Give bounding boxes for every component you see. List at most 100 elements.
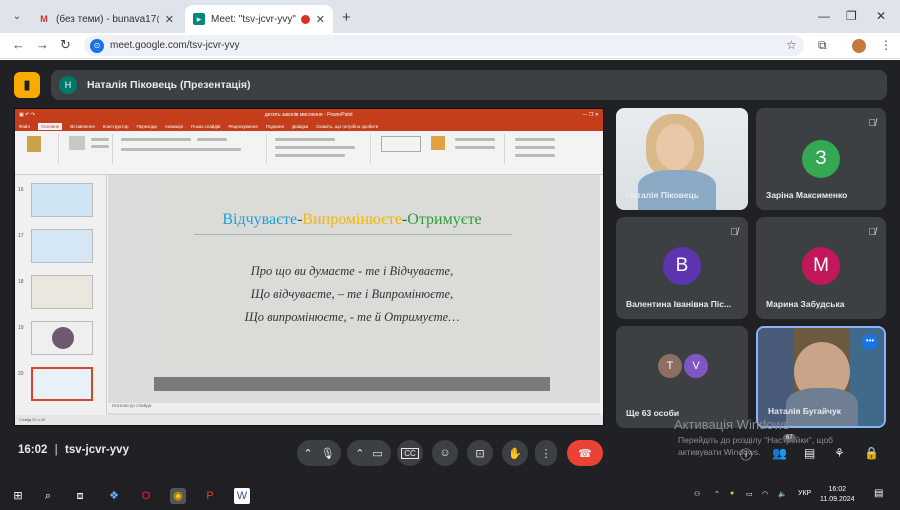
title-underline	[194, 234, 512, 235]
search-icon[interactable]: ⌕	[40, 488, 56, 504]
opera-icon[interactable]: O	[138, 488, 154, 504]
activities-icon[interactable]: ⚘	[834, 446, 845, 460]
close-icon[interactable]: ✕	[316, 13, 325, 26]
ppt-tab: Вставлення	[70, 123, 95, 129]
people-count-badge: 67	[783, 434, 796, 442]
profile-avatar[interactable]	[852, 39, 866, 53]
volume-icon[interactable]: 🔈	[778, 490, 787, 498]
extensions-icon[interactable]: ⧉	[818, 38, 827, 53]
ppt-notes: Нотатки до слайда	[108, 403, 600, 413]
chevron-up-icon[interactable]: ⌃	[303, 447, 312, 460]
mic-off-icon: 🎙̸	[868, 227, 877, 238]
app-icon-1[interactable]: ❖	[106, 488, 122, 504]
tab-meet[interactable]: ▸ Meet: "tsv-jcvr-yvy" ✕	[185, 5, 333, 33]
people-icon[interactable]: 👥	[772, 446, 787, 460]
slide-thumbnail[interactable]	[31, 275, 93, 309]
ppt-tab: Основне	[38, 122, 63, 130]
windows-taskbar: ⊞ ⌕ ⧈ ❖ O ◉ P W ⚇ ⌃ ● ▭ ◠ 🔈 УКР 16:02 11…	[0, 481, 900, 510]
emoji-icon: ☺	[439, 447, 451, 459]
chevron-up-icon[interactable]: ⌃	[714, 490, 720, 498]
slide-thumbnail[interactable]	[31, 229, 93, 263]
new-tab-button[interactable]: +	[342, 9, 351, 26]
site-info-icon[interactable]: ⊙	[90, 38, 104, 53]
address-bar[interactable]: ⊙ meet.google.com/tsv-jcvr-yvy	[84, 35, 804, 56]
slide-title: Відчуваєте-Випромінюєте-Отримуєте	[222, 211, 482, 228]
notifications-icon[interactable]: ▤	[874, 488, 883, 499]
presenter-avatar: Н	[59, 76, 77, 94]
ppt-ribbon-group	[271, 134, 371, 164]
presenter-label: Наталія Піковець (Презентація)	[87, 79, 251, 91]
tab-gmail[interactable]: M (без теми) - bunava17@gmail. ✕	[30, 5, 182, 33]
slide-thumbnail[interactable]	[31, 321, 93, 355]
microphone-control[interactable]: ⌃ 🎙	[297, 440, 341, 466]
ppt-tab: Конструктор	[102, 123, 129, 129]
windows-start-icon[interactable]: ⊞	[10, 488, 26, 504]
ppt-titlebar: ▣ ↶ ↷ десять законів мислення - PowerPoi…	[15, 109, 603, 121]
url-text: meet.google.com/tsv-jcvr-yvy	[110, 40, 240, 51]
participant-tile[interactable]: Наталія Піковець	[616, 108, 748, 210]
chevron-up-icon[interactable]: ⌃	[355, 447, 364, 460]
activation-watermark-title: Активація Windows	[674, 417, 790, 432]
slide-title-word: Отримуєте	[407, 211, 482, 228]
host-controls-icon[interactable]: 🔒	[864, 446, 879, 460]
slide-thumbnail-selected[interactable]	[31, 367, 93, 401]
meet-icon: ▸	[193, 13, 205, 25]
minimize-icon[interactable]: —	[818, 9, 830, 23]
word-icon[interactable]: W	[234, 488, 250, 504]
battery-icon[interactable]: ▭	[746, 490, 753, 498]
participant-tile[interactable]: 🎙̸ В Валентина Іванівна Піс...	[616, 217, 748, 319]
forward-icon[interactable]: →	[36, 37, 49, 52]
more-options-icon[interactable]: •••	[862, 334, 878, 350]
participant-name: Наталія Піковець	[626, 190, 699, 200]
shapes-gallery	[381, 136, 421, 152]
participant-tile-active[interactable]: ••• Наталія Бугайчук	[756, 326, 886, 428]
close-window-icon[interactable]: ✕	[876, 9, 886, 23]
camera-icon[interactable]: ▭	[372, 447, 382, 460]
language-indicator[interactable]: УКР	[798, 490, 811, 497]
powerpoint-icon[interactable]: P	[202, 488, 218, 504]
participant-avatar: М	[802, 247, 840, 285]
recording-icon	[300, 14, 310, 24]
chrome-icon[interactable]: ◉	[170, 488, 186, 504]
clock-date: 11.09.2024	[820, 496, 855, 503]
participant-tile[interactable]: 🎙̸ М Марина Забудська	[756, 217, 886, 319]
camera-control[interactable]: ⌃ ▭	[347, 440, 391, 466]
ppt-ribbon-group	[117, 134, 267, 164]
present-button[interactable]: ⊡	[467, 440, 493, 466]
info-icon[interactable]: ⓘ	[740, 446, 752, 463]
leave-call-button[interactable]: ☎	[567, 440, 603, 466]
chat-icon[interactable]: ▤	[804, 446, 815, 460]
system-clock[interactable]: 16:02 11.09.2024	[820, 485, 855, 505]
participant-name: Заріна Максименко	[766, 190, 848, 200]
captions-icon: CC	[401, 447, 419, 459]
thumb-number: 18	[18, 279, 24, 285]
raise-hand-button[interactable]: ✋	[502, 440, 528, 466]
thumb-number: 16	[18, 187, 24, 193]
others-tile[interactable]: Т V Ще 63 особи	[616, 326, 748, 428]
reload-icon[interactable]: ↻	[60, 37, 71, 53]
back-icon[interactable]: ←	[12, 37, 25, 52]
present-screen-icon: ⊡	[475, 447, 485, 460]
menu-dots-icon[interactable]: ⋮	[880, 38, 892, 52]
tray-app-icon[interactable]: ●	[730, 490, 734, 497]
slide-thumbnail[interactable]	[31, 183, 93, 217]
microphone-icon[interactable]: 🎙	[321, 447, 335, 460]
task-view-icon[interactable]: ⧈	[72, 488, 88, 504]
thumb-number: 20	[18, 371, 24, 377]
thumb-number: 19	[18, 325, 24, 331]
restore-icon[interactable]: ❐	[846, 9, 857, 23]
tab-search-icon[interactable]: ⌄	[8, 8, 26, 26]
more-options-button[interactable]: ⋮	[535, 440, 557, 466]
ppt-tab: Файл	[19, 123, 31, 129]
bookmark-star-icon[interactable]: ☆	[786, 38, 797, 52]
captions-button[interactable]: CC	[397, 440, 423, 466]
hand-icon: ✋	[508, 447, 522, 460]
person-icon[interactable]: ⚇	[694, 490, 700, 498]
participant-avatar: Т	[658, 354, 682, 378]
participant-tile[interactable]: 🎙̸ З Заріна Максименко	[756, 108, 886, 210]
close-icon[interactable]: ✕	[165, 13, 174, 26]
wifi-icon[interactable]: ◠	[762, 490, 768, 498]
reactions-button[interactable]: ☺	[432, 440, 458, 466]
current-slide: Відчуваєте-Випромінюєте-Отримуєте Про що…	[154, 181, 550, 391]
ppt-ribbon-group	[63, 134, 113, 164]
